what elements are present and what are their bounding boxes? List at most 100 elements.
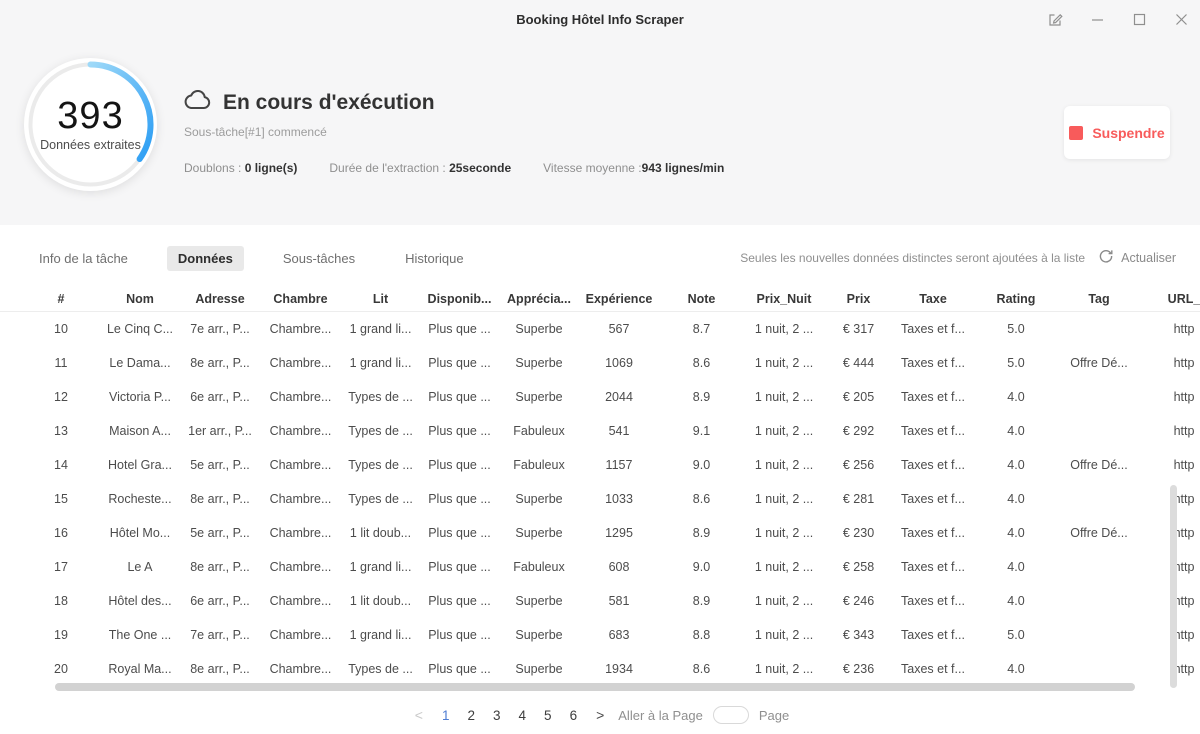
- table-cell: 1295: [579, 516, 659, 550]
- table-cell: 8.6: [659, 346, 744, 380]
- page-number[interactable]: 1: [437, 706, 455, 725]
- table-cell: 8.6: [659, 482, 744, 516]
- suspend-button[interactable]: Suspendre: [1064, 106, 1170, 159]
- table-cell: http: [1139, 380, 1200, 414]
- table-cell: 581: [579, 584, 659, 618]
- table-row[interactable]: 16Hôtel Mo...5e arr., P...Chambre...1 li…: [0, 516, 1200, 550]
- table-row[interactable]: 10Le Cinq C...7e arr., P...Chambre...1 g…: [0, 312, 1200, 346]
- column-header[interactable]: Prix_Nuit: [744, 285, 824, 312]
- progress-ring: 393 Données extraites: [24, 58, 157, 191]
- table-cell: 1 nuit, 2 ...: [744, 516, 824, 550]
- column-header[interactable]: URL_: [1139, 285, 1200, 312]
- column-header[interactable]: Lit: [341, 285, 420, 312]
- table-header-row: #NomAdresseChambreLitDisponib...Apprécia…: [0, 285, 1200, 312]
- refresh-label: Actualiser: [1121, 251, 1176, 265]
- tab-data[interactable]: Données: [167, 246, 244, 271]
- table-cell: 4.0: [973, 448, 1059, 482]
- goto-page-input[interactable]: [713, 706, 749, 724]
- table-cell: Chambre...: [260, 516, 341, 550]
- extracted-count: 393: [57, 97, 123, 137]
- table-cell: Taxes et f...: [893, 312, 973, 346]
- column-header[interactable]: Nom: [100, 285, 180, 312]
- column-header[interactable]: Prix: [824, 285, 893, 312]
- vertical-scrollbar[interactable]: [1170, 485, 1177, 688]
- table-cell: http: [1139, 346, 1200, 380]
- table-cell: 4.0: [973, 482, 1059, 516]
- column-header[interactable]: Tag: [1059, 285, 1139, 312]
- column-header[interactable]: Chambre: [260, 285, 341, 312]
- table-cell: Taxes et f...: [893, 652, 973, 686]
- table-cell: € 281: [824, 482, 893, 516]
- close-button[interactable]: [1170, 9, 1192, 29]
- table-cell: 1 grand li...: [341, 312, 420, 346]
- table-cell: € 205: [824, 380, 893, 414]
- table-cell: 14: [22, 448, 100, 482]
- table-cell: € 230: [824, 516, 893, 550]
- table-cell: 1 lit doub...: [341, 584, 420, 618]
- table-cell: € 343: [824, 618, 893, 652]
- stop-square-icon: [1069, 126, 1083, 140]
- table-cell: 1 grand li...: [341, 550, 420, 584]
- page-number[interactable]: 5: [539, 706, 557, 725]
- column-header[interactable]: Expérience: [579, 285, 659, 312]
- prev-page-button[interactable]: <: [411, 707, 427, 723]
- column-header[interactable]: Taxe: [893, 285, 973, 312]
- table-row[interactable]: 19The One ...7e arr., P...Chambre...1 gr…: [0, 618, 1200, 652]
- column-header[interactable]: #: [22, 285, 100, 312]
- refresh-button[interactable]: Actualiser: [1099, 249, 1176, 268]
- table-cell: 8.9: [659, 380, 744, 414]
- tab-task-info[interactable]: Info de la tâche: [28, 246, 139, 271]
- table-cell: 1er arr., P...: [180, 414, 260, 448]
- table-cell: Chambre...: [260, 346, 341, 380]
- table-cell: Chambre...: [260, 550, 341, 584]
- table-cell: Plus que ...: [420, 584, 499, 618]
- table-header: #NomAdresseChambreLitDisponib...Apprécia…: [0, 285, 1200, 312]
- maximize-button[interactable]: [1128, 9, 1150, 29]
- tab-subtasks[interactable]: Sous-tâches: [272, 246, 366, 271]
- extracted-count-label: Données extraites: [40, 138, 141, 152]
- pagination: < 123456 > Aller à la Page Page: [0, 700, 1200, 730]
- table-cell: Superbe: [499, 312, 579, 346]
- tab-history[interactable]: Historique: [394, 246, 475, 271]
- table-cell: Plus que ...: [420, 346, 499, 380]
- table-cell: Chambre...: [260, 448, 341, 482]
- edit-icon[interactable]: [1044, 9, 1066, 29]
- next-page-button[interactable]: >: [592, 707, 608, 723]
- column-header[interactable]: Note: [659, 285, 744, 312]
- horizontal-scrollbar[interactable]: [55, 683, 1135, 691]
- table-row[interactable]: 15Rocheste...8e arr., P...Chambre...Type…: [0, 482, 1200, 516]
- table-cell: Taxes et f...: [893, 584, 973, 618]
- table-row[interactable]: 17Le A8e arr., P...Chambre...1 grand li.…: [0, 550, 1200, 584]
- table-cell: Chambre...: [260, 652, 341, 686]
- column-header[interactable]: Rating: [973, 285, 1059, 312]
- table-row[interactable]: 12Victoria P...6e arr., P...Chambre...Ty…: [0, 380, 1200, 414]
- column-header[interactable]: Adresse: [180, 285, 260, 312]
- table-row[interactable]: 13Maison A...1er arr., P...Chambre...Typ…: [0, 414, 1200, 448]
- table-row[interactable]: 14Hotel Gra...5e arr., P...Chambre...Typ…: [0, 448, 1200, 482]
- page-number[interactable]: 3: [488, 706, 506, 725]
- table-cell: Offre Dé...: [1059, 346, 1139, 380]
- page-number[interactable]: 6: [565, 706, 583, 725]
- table-cell: Fabuleux: [499, 550, 579, 584]
- table-cell: [1059, 652, 1139, 686]
- minimize-button[interactable]: [1086, 9, 1108, 29]
- table-row[interactable]: 11Le Dama...8e arr., P...Chambre...1 gra…: [0, 346, 1200, 380]
- table-cell: Types de ...: [341, 380, 420, 414]
- column-header[interactable]: Disponib...: [420, 285, 499, 312]
- table-row[interactable]: 20Royal Ma...8e arr., P...Chambre...Type…: [0, 652, 1200, 686]
- table-cell: Superbe: [499, 584, 579, 618]
- page-number[interactable]: 4: [514, 706, 532, 725]
- table-cell: 8e arr., P...: [180, 346, 260, 380]
- page-number[interactable]: 2: [463, 706, 481, 725]
- column-header[interactable]: Apprécia...: [499, 285, 579, 312]
- status-block: En cours d'exécution Sous-tâche[#1] comm…: [184, 90, 435, 139]
- table-cell: 12: [22, 380, 100, 414]
- table-cell: Superbe: [499, 516, 579, 550]
- cloud-icon: [184, 90, 211, 115]
- table-cell: Chambre...: [260, 380, 341, 414]
- table-row[interactable]: 18Hôtel des...6e arr., P...Chambre...1 l…: [0, 584, 1200, 618]
- table-cell: 8.8: [659, 618, 744, 652]
- table-cell: Taxes et f...: [893, 516, 973, 550]
- stat-duration: Durée de l'extraction : 25seconde: [329, 161, 511, 175]
- window-title: Booking Hôtel Info Scraper: [0, 12, 1200, 27]
